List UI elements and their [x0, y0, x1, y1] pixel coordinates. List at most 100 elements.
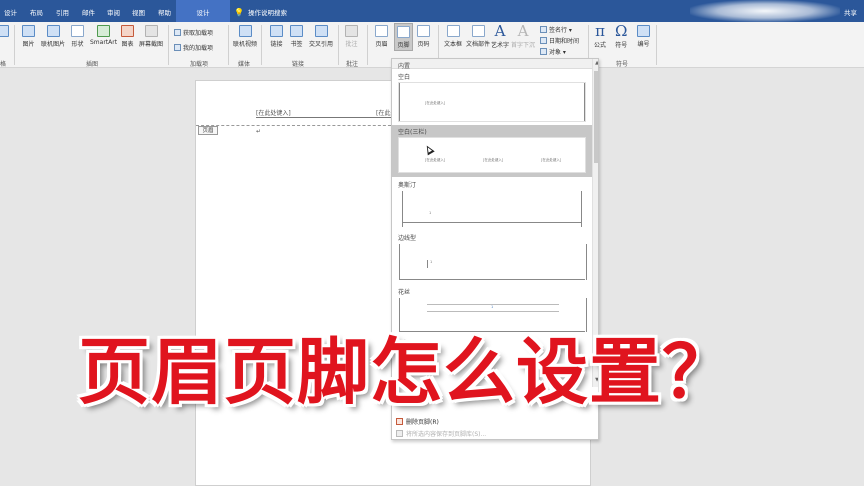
- cross-reference-button[interactable]: 交叉引用: [309, 25, 333, 48]
- my-addins-button[interactable]: 我的加载项: [174, 43, 213, 52]
- thumbnail-border: [399, 279, 585, 280]
- gallery-item-label: 空白(三栏): [398, 129, 427, 136]
- quick-parts-button[interactable]: 文档部件: [466, 25, 490, 48]
- gallery-item-sideline[interactable]: 边线型 1: [392, 231, 592, 285]
- group-label-table-partial: 格: [0, 61, 7, 68]
- online-picture-label: 联机图片: [41, 41, 66, 48]
- tab-layout[interactable]: 布局: [30, 7, 43, 17]
- screenshot-button[interactable]: 屏幕截图: [139, 25, 163, 48]
- group-label-comments: 批注: [346, 61, 359, 68]
- header-boundary-dashed: [196, 125, 396, 126]
- thumbnail-page-number: 1: [429, 211, 432, 215]
- header-placeholder-left[interactable]: [在此处键入]: [256, 108, 291, 117]
- wordart-icon: A: [494, 22, 506, 40]
- table-icon: [0, 25, 9, 37]
- header-icon: [375, 25, 388, 37]
- symbol-label: 符号: [615, 42, 628, 49]
- tab-review[interactable]: 审阅: [107, 7, 120, 17]
- cross-reference-label: 交叉引用: [309, 41, 334, 48]
- page-number-label: 页码: [417, 41, 430, 48]
- glare-overlay: [690, 0, 840, 22]
- link-label: 链接: [270, 41, 283, 48]
- bookmark-icon: [290, 25, 303, 37]
- get-addins-button[interactable]: 获取加载项: [174, 28, 213, 37]
- group-label-media: 媒体: [238, 61, 251, 68]
- group-separator: [168, 25, 169, 65]
- numbering-button[interactable]: 编号: [637, 25, 650, 48]
- gallery-item-blank-three-columns[interactable]: 空白(三栏) [在此处键入] [在此处键入] [在此处键入]: [392, 125, 592, 177]
- signature-icon: [540, 26, 547, 33]
- textbox-button[interactable]: 文本框: [444, 25, 462, 48]
- equation-button[interactable]: π 公式: [594, 22, 606, 50]
- footer-icon: [397, 26, 410, 38]
- footer-button[interactable]: 页脚: [394, 23, 413, 51]
- picture-button[interactable]: 图片: [22, 25, 35, 48]
- share-button[interactable]: 共享: [844, 7, 857, 17]
- group-label-addins: 加载项: [190, 61, 209, 68]
- wordart-label: 艺术字: [491, 42, 510, 49]
- group-label-symbols: 符号: [616, 61, 629, 68]
- link-icon: [270, 25, 283, 37]
- header-border-line: [256, 117, 396, 118]
- online-picture-button[interactable]: 联机图片: [41, 25, 65, 48]
- calendar-icon: [540, 37, 547, 44]
- online-video-button[interactable]: 联机视频: [233, 25, 257, 48]
- paragraph-mark: ↵: [256, 128, 262, 135]
- gallery-item-label: 边线型: [398, 235, 417, 242]
- bookmark-button[interactable]: 书签: [290, 25, 303, 48]
- header-label: 页眉: [375, 41, 388, 48]
- comment-label: 批注: [345, 41, 358, 48]
- quick-parts-icon: [471, 25, 485, 37]
- tab-header-footer-design[interactable]: 设计: [176, 0, 230, 22]
- signature-label: 签名行: [549, 27, 568, 34]
- dropcap-button[interactable]: A 首字下沉: [511, 22, 536, 50]
- thumbnail-border: [399, 244, 400, 280]
- camera-icon: [144, 25, 158, 37]
- page-number-button[interactable]: 页码: [417, 25, 430, 48]
- tab-help[interactable]: 帮助: [158, 7, 171, 17]
- wordart-button[interactable]: A 艺术字: [491, 22, 510, 50]
- get-addins-label: 获取加载项: [183, 30, 214, 37]
- quick-parts-label: 文档部件: [466, 41, 491, 48]
- gallery-item-blank[interactable]: 空白 [在此处键入]: [392, 71, 592, 125]
- group-separator: [228, 25, 229, 65]
- symbol-button[interactable]: Ω 符号: [615, 24, 628, 50]
- link-button[interactable]: 链接: [270, 25, 283, 48]
- thumbnail-filigree-rule: [427, 311, 559, 312]
- date-time-button[interactable]: 日期和时间: [540, 36, 579, 45]
- bookmark-label: 书签: [290, 41, 303, 48]
- gallery-item-label: 花丝: [398, 289, 411, 296]
- comment-button[interactable]: 批注: [345, 25, 358, 48]
- thumbnail-border: [402, 222, 582, 223]
- shapes-button[interactable]: 形状: [71, 25, 84, 48]
- number-icon: [637, 25, 650, 37]
- my-addins-label: 我的加载项: [183, 45, 214, 52]
- group-separator: [367, 25, 368, 65]
- dropcap-label: 首字下沉: [511, 42, 536, 49]
- scrollbar-thumb[interactable]: [594, 71, 598, 163]
- chart-button[interactable]: 图表: [121, 25, 134, 48]
- ribbon-tab-bar: 设计 布局 引用 邮件 审阅 视图 帮助 设计 💡 操作说明搜索 共享: [0, 0, 864, 22]
- signature-line-button[interactable]: 签名行 ▾: [540, 25, 572, 34]
- header-button[interactable]: 页眉: [375, 25, 388, 48]
- shapes-icon: [71, 25, 84, 37]
- picture-icon: [22, 25, 35, 37]
- tell-me-search[interactable]: 💡 操作说明搜索: [234, 7, 287, 17]
- dropcap-icon: A: [517, 22, 529, 40]
- screenshot-label: 屏幕截图: [139, 41, 164, 48]
- thumbnail-text: [在此处键入]: [483, 158, 504, 162]
- table-button[interactable]: [0, 25, 9, 39]
- gallery-section-builtin: 内置: [392, 59, 592, 70]
- tab-references[interactable]: 引用: [56, 7, 69, 17]
- addin-icon: [174, 44, 181, 51]
- pi-icon: π: [595, 22, 605, 40]
- tab-view[interactable]: 视图: [132, 7, 145, 17]
- scroll-up-arrow-icon[interactable]: ▲: [593, 60, 598, 66]
- thumbnail-page-number: 1: [430, 260, 433, 264]
- tab-mailings[interactable]: 邮件: [82, 7, 95, 17]
- object-label: 对象: [549, 49, 562, 56]
- gallery-item-austin[interactable]: 奥斯汀 1: [392, 179, 592, 231]
- smartart-button[interactable]: SmartArt: [90, 25, 117, 46]
- tab-design-partial[interactable]: 设计: [4, 7, 17, 17]
- object-button[interactable]: 对象 ▾: [540, 47, 566, 56]
